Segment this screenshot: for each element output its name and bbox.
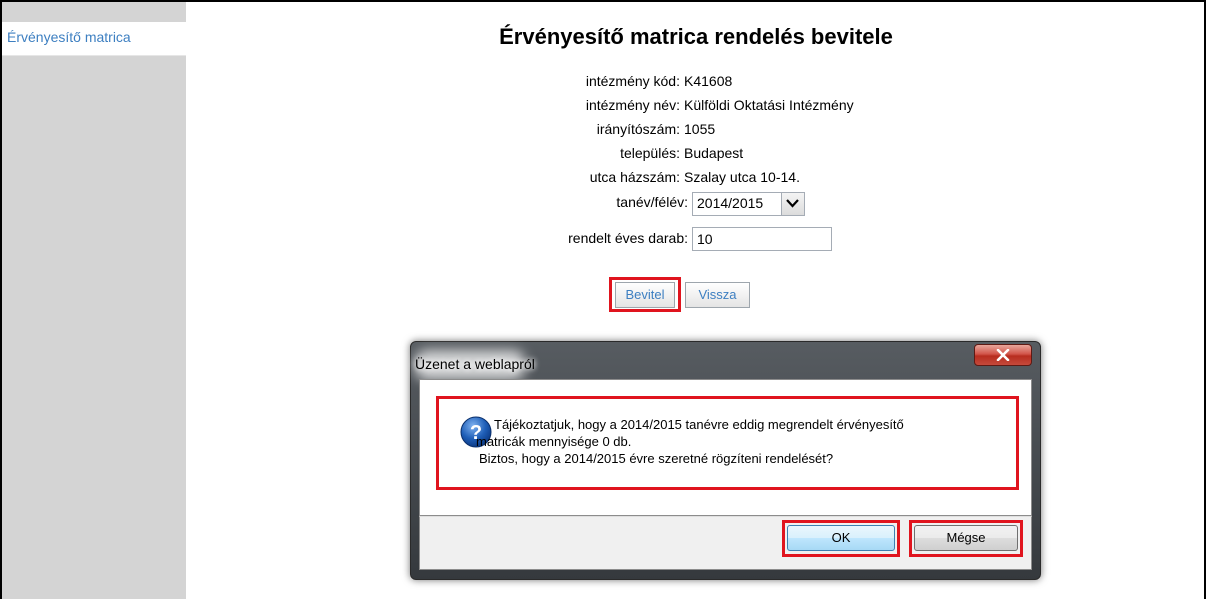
form-row-quantity: rendelt éves darab: (490, 227, 990, 252)
field-value: Szalay utca 10-14. (684, 169, 800, 185)
field-value: K41608 (684, 73, 733, 89)
school-year-select[interactable]: 2014/2015 (692, 192, 805, 216)
message-dialog: Üzenet a weblapról ? Tájékoztatjuk, hogy… (410, 341, 1041, 580)
back-button[interactable]: Vissza (685, 282, 750, 308)
year-label: tanév/félév: (616, 194, 688, 210)
dialog-body: ? Tájékoztatjuk, hogy a 2014/2015 tanévr… (419, 379, 1032, 516)
form-row-city: település: Budapest (490, 145, 990, 167)
cancel-button[interactable]: Mégse (914, 525, 1018, 551)
field-label: utca házszám: (589, 169, 680, 185)
field-value: Budapest (684, 145, 744, 161)
field-label: intézmény kód: (585, 73, 680, 89)
sidebar: Érvényesítő matrica (2, 2, 186, 599)
sidebar-item-ervenyesito-matrica[interactable]: Érvényesítő matrica (2, 22, 186, 56)
field-label: irányítószám: (596, 121, 680, 137)
close-button[interactable] (974, 344, 1032, 366)
submit-button[interactable]: Bevitel (615, 282, 675, 308)
field-label: település: (620, 145, 680, 161)
quantity-label: rendelt éves darab: (568, 230, 688, 246)
close-icon (996, 349, 1010, 361)
form-row-institution-name: intézmény név: Külföldi Oktatási Intézmé… (490, 97, 990, 119)
chevron-down-icon[interactable] (781, 193, 804, 215)
form-row-school-year: tanév/félév: 2014/2015 (490, 192, 990, 216)
form-row-postal-code: irányítószám: 1055 (490, 121, 990, 143)
ok-button[interactable]: OK (787, 525, 895, 551)
quantity-input[interactable] (692, 227, 832, 251)
message-line: Tájékoztatjuk, hogy a 2014/2015 tanévre … (494, 417, 904, 432)
page-title: Érvényesítő matrica rendelés bevitele (499, 24, 893, 49)
message-line: matricák mennyisége 0 db. (476, 434, 632, 449)
field-value: Külföldi Oktatási Intézmény (684, 97, 854, 113)
dialog-title: Üzenet a weblapról (415, 356, 535, 372)
form-row-institution-code: intézmény kód: K41608 (490, 73, 990, 95)
field-value: 1055 (684, 121, 716, 137)
dialog-footer: OK Mégse (419, 516, 1032, 570)
field-label: intézmény név: (585, 97, 680, 113)
message-line: Biztos, hogy a 2014/2015 évre szeretné r… (479, 451, 834, 466)
school-year-value: 2014/2015 (697, 195, 764, 211)
dialog-message: Tájékoztatjuk, hogy a 2014/2015 tanévre … (476, 416, 904, 467)
form-row-street: utca házszám: Szalay utca 10-14. (490, 169, 990, 191)
